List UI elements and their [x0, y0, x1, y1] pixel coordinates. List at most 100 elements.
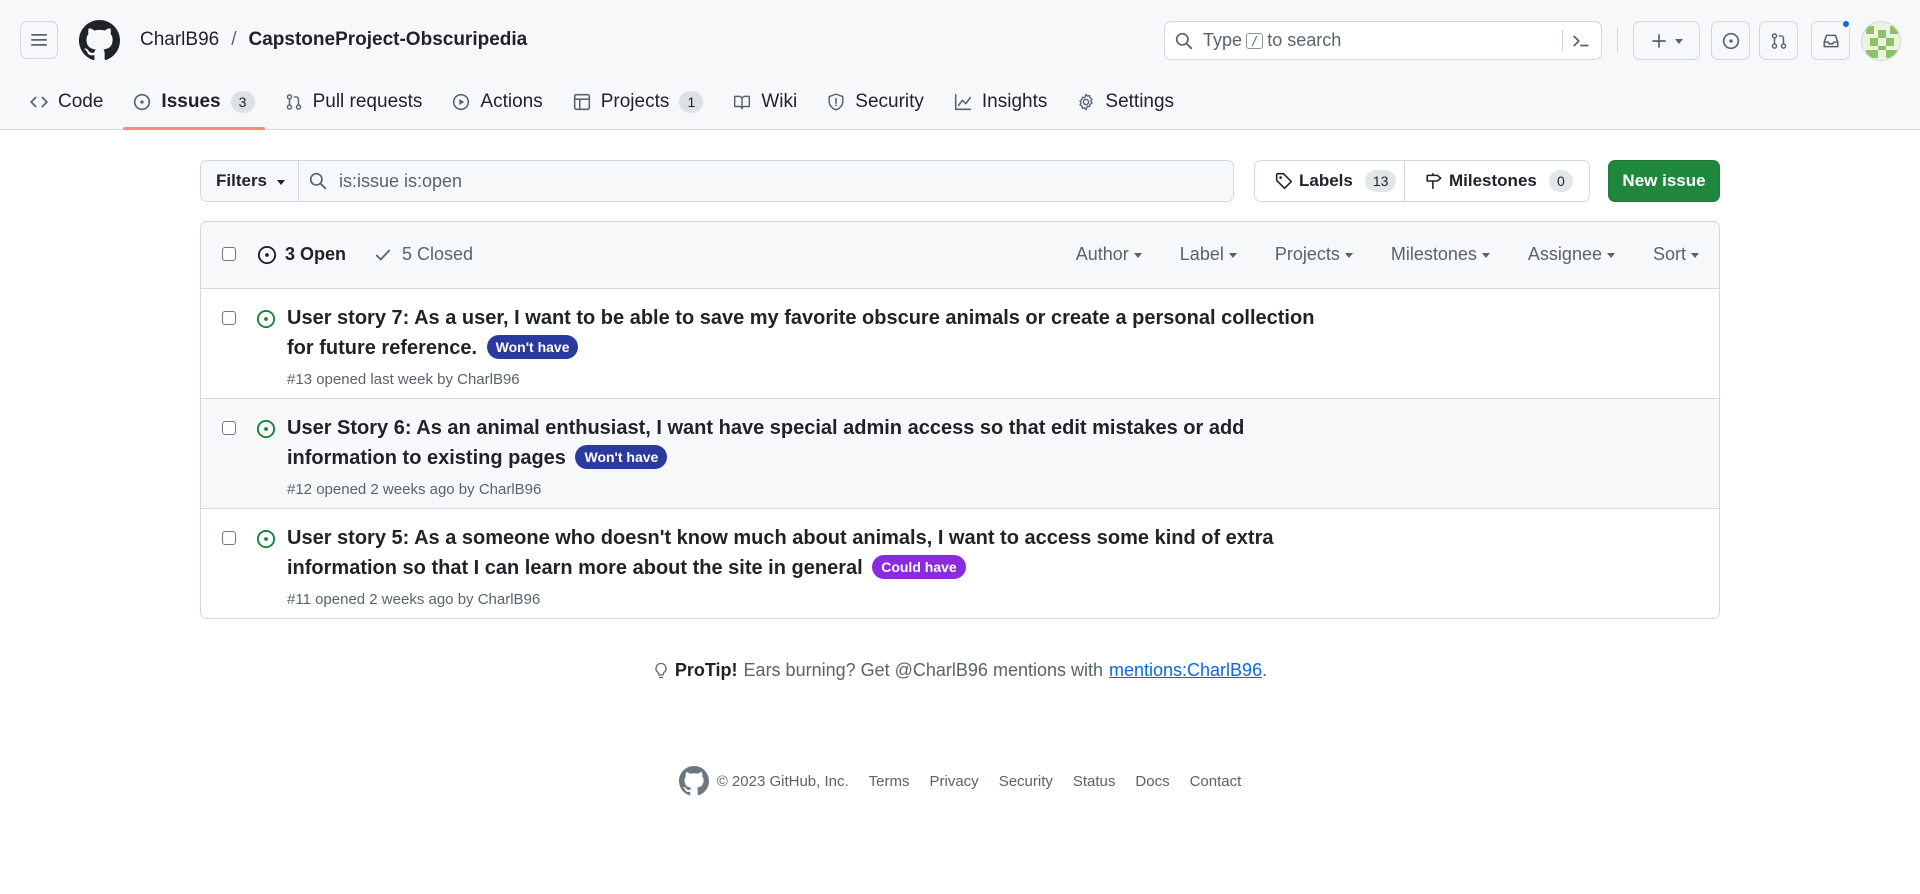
protip-link[interactable]: mentions:CharlB96 [1109, 660, 1262, 680]
chevron-down-icon [1133, 253, 1142, 258]
filters-label: Filters [216, 171, 268, 190]
footer-link-privacy[interactable]: Privacy [930, 773, 979, 790]
tab-wiki-label: Wiki [761, 91, 798, 112]
footer: © 2023 GitHub, Inc. Terms Privacy Securi… [0, 766, 1920, 796]
milestones-button[interactable]: Milestones 0 [1405, 161, 1589, 201]
open-count-label: 3 Open [285, 244, 347, 264]
select-all-checkbox[interactable] [222, 247, 236, 261]
tab-code[interactable]: Code [20, 82, 113, 122]
tab-actions[interactable]: Actions [442, 82, 552, 122]
plus-icon [1651, 33, 1666, 48]
tab-settings[interactable]: Settings [1067, 82, 1184, 122]
protip-bold: ProTip! [674, 660, 738, 680]
menu-button[interactable] [20, 21, 58, 59]
command-palette-icon[interactable] [1572, 32, 1590, 50]
tag-icon [1275, 172, 1293, 190]
avatar[interactable] [1861, 21, 1901, 61]
tab-issues[interactable]: Issues 3 [123, 82, 265, 130]
github-logo-icon[interactable] [678, 766, 709, 796]
your-pull-requests-button[interactable] [1759, 21, 1798, 60]
chevron-down-icon [1228, 253, 1237, 258]
label-filter[interactable]: Label [1180, 244, 1237, 265]
tab-security[interactable]: Security [817, 82, 934, 122]
notification-dot [1841, 19, 1851, 29]
search-prefix: Type [1203, 30, 1243, 50]
github-logo-icon[interactable] [79, 20, 120, 61]
labels-counter: 13 [1364, 170, 1397, 192]
gear-icon [1079, 93, 1094, 111]
tab-pull-requests[interactable]: Pull requests [275, 82, 433, 122]
list-item[interactable]: User story 5: As a someone who doesn't k… [201, 509, 1719, 618]
breadcrumb: CharlB96 / CapstoneProject-Obscuripedia [140, 29, 527, 51]
list-filters: Author Label Projects Milestones Assigne… [1076, 244, 1699, 265]
milestones-filter[interactable]: Milestones [1391, 244, 1490, 265]
graph-icon [954, 93, 972, 111]
issue-title-link[interactable]: User story 5: As a someone who doesn't k… [287, 527, 1274, 579]
author-filter[interactable]: Author [1076, 244, 1142, 265]
search-suffix: to search [1267, 30, 1342, 50]
tab-security-label: Security [855, 91, 924, 112]
labels-milestones-group: Labels 13 Milestones 0 [1254, 160, 1590, 202]
header-top-row: CharlB96 / CapstoneProject-Obscuripedia … [0, 0, 1920, 82]
issue-title-link[interactable]: User Story 6: As an animal enthusiast, I… [287, 417, 1244, 469]
issues-list: 3 Open 5 Closed Author Label Projects Mi… [200, 221, 1720, 619]
projects-filter[interactable]: Projects [1275, 244, 1353, 265]
footer-link-security[interactable]: Security [999, 773, 1053, 790]
owner-link[interactable]: CharlB96 [140, 29, 219, 51]
hamburger-icon [31, 34, 47, 46]
footer-copyright: © 2023 GitHub, Inc. [678, 766, 849, 796]
header-divider [1617, 28, 1618, 52]
repo-link[interactable]: CapstoneProject-Obscuripedia [249, 29, 528, 51]
tab-projects-counter: 1 [679, 91, 704, 113]
state-toggle: 3 Open 5 Closed [257, 244, 473, 265]
footer-link-contact[interactable]: Contact [1190, 773, 1242, 790]
list-item[interactable]: User Story 6: As an animal enthusiast, I… [201, 399, 1719, 509]
new-issue-button[interactable]: New issue [1608, 160, 1720, 202]
sort-filter[interactable]: Sort [1653, 244, 1699, 265]
play-icon [453, 93, 470, 111]
issue-title-link[interactable]: User story 7: As a user, I want to be ab… [287, 307, 1314, 359]
create-new-button[interactable] [1633, 21, 1700, 60]
chevron-down-icon [1674, 39, 1683, 44]
chevron-down-icon [1606, 253, 1615, 258]
global-search-input[interactable]: Type / to search [1164, 21, 1602, 60]
issue-opened-icon [256, 529, 276, 549]
global-header: CharlB96 / CapstoneProject-Obscuripedia … [0, 0, 1920, 130]
issue-checkbox[interactable] [222, 311, 236, 325]
chevron-down-icon [1344, 253, 1353, 258]
tab-settings-label: Settings [1105, 91, 1175, 112]
labels-button[interactable]: Labels 13 [1255, 161, 1405, 201]
shield-icon [828, 93, 844, 111]
tab-projects[interactable]: Projects 1 [563, 82, 714, 122]
issues-toolbar: Filters is:issue is:open Labels 13 Miles… [200, 160, 1720, 202]
tab-insights[interactable]: Insights [944, 82, 1057, 122]
closed-issues-link[interactable]: 5 Closed [374, 244, 473, 265]
issue-title-block: User Story 6: As an animal enthusiast, I… [287, 413, 1327, 473]
issues-search-input[interactable]: is:issue is:open [299, 161, 1233, 201]
closed-count-label: 5 Closed [402, 244, 474, 264]
issue-label[interactable]: Won't have [575, 445, 668, 469]
tab-issues-label: Issues [161, 91, 221, 112]
tab-projects-label: Projects [600, 91, 670, 112]
footer-link-docs[interactable]: Docs [1135, 773, 1169, 790]
filters-button[interactable]: Filters [201, 161, 299, 201]
tab-code-label: Code [58, 91, 104, 112]
issue-title-block: User story 5: As a someone who doesn't k… [287, 523, 1327, 583]
issue-checkbox[interactable] [222, 421, 236, 435]
tab-wiki[interactable]: Wiki [723, 82, 807, 122]
chevron-down-icon [277, 179, 286, 185]
labels-label: Labels [1299, 171, 1353, 190]
issue-checkbox[interactable] [222, 531, 236, 545]
your-issues-button[interactable] [1711, 21, 1750, 60]
copyright-text: © 2023 GitHub, Inc. [716, 772, 849, 790]
issue-label[interactable]: Won't have [486, 335, 579, 359]
footer-link-status[interactable]: Status [1073, 773, 1116, 790]
footer-link-terms[interactable]: Terms [869, 773, 910, 790]
open-issues-link[interactable]: 3 Open [257, 244, 346, 265]
search-icon [1175, 32, 1193, 49]
book-icon [734, 95, 751, 110]
list-item[interactable]: User story 7: As a user, I want to be ab… [201, 289, 1719, 399]
assignee-filter[interactable]: Assignee [1528, 244, 1615, 265]
issues-search-value: is:issue is:open [339, 170, 463, 191]
issue-label[interactable]: Could have [872, 555, 966, 579]
